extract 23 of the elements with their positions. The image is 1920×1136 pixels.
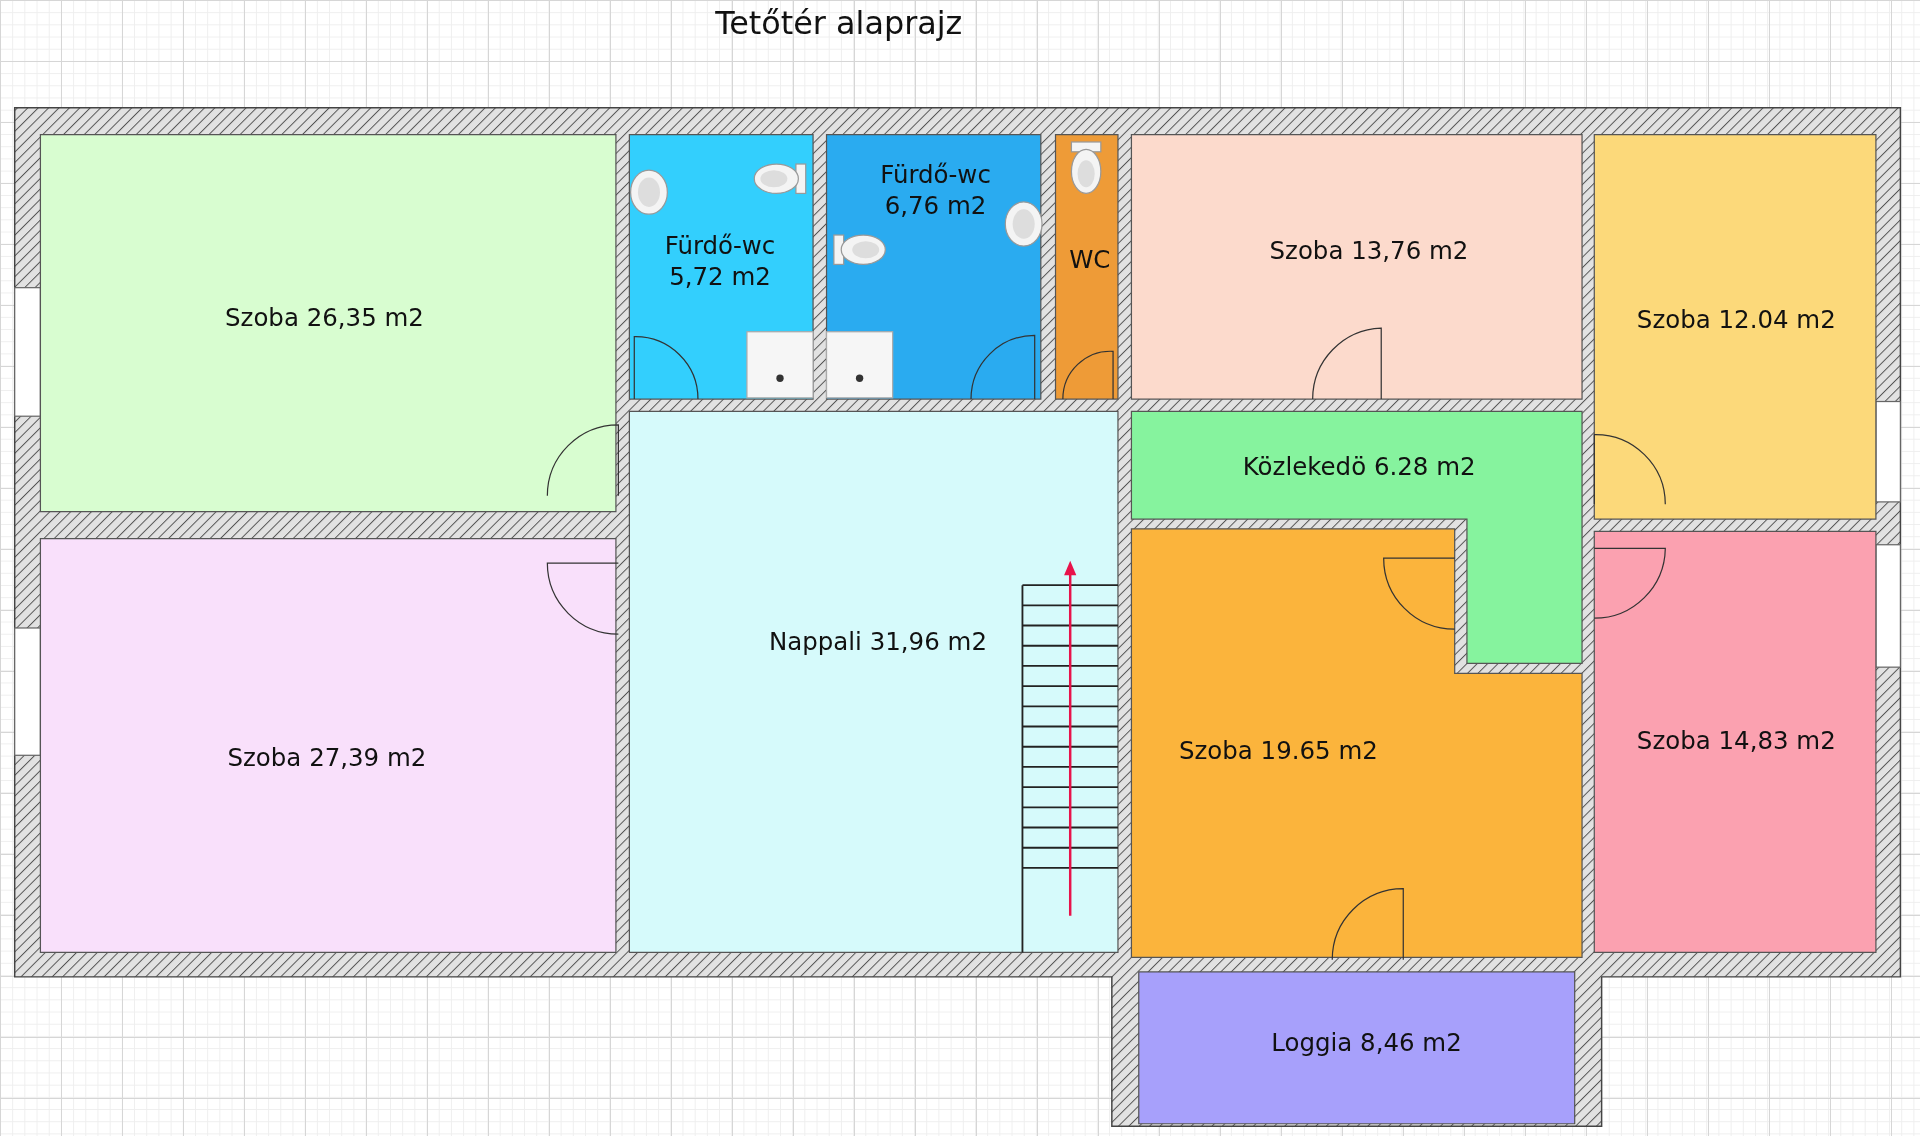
room-label: Szoba 26,35 m2 [225, 303, 424, 333]
room-label: Szoba 19.65 m2 [1178, 735, 1378, 765]
sink-icon [630, 169, 668, 215]
room-label: Fürdő-wc 5,72 m2 [664, 231, 776, 291]
room-label: Nappali 31,96 m2 [768, 626, 987, 656]
room-label: Fürdő-wc 6,76 m2 [880, 160, 991, 220]
room-label: Szoba 13,76 m2 [1269, 236, 1469, 266]
room-label: Loggia 8,46 m2 [1271, 1028, 1462, 1058]
shower-icon [746, 331, 814, 399]
shower-icon [825, 331, 894, 399]
room-label: WC [1069, 244, 1111, 274]
sink-icon [1004, 201, 1043, 247]
room-label: Közlekedö 6.28 m2 [1242, 451, 1476, 481]
door-swing [633, 336, 699, 400]
toilet-icon [833, 234, 886, 266]
door-swing [970, 334, 1036, 400]
door-swing [1062, 350, 1114, 400]
plan-title: Tetőtér alaprajz [715, 4, 963, 43]
toilet-icon [753, 163, 807, 194]
room-label: Szoba 27,39 m2 [227, 742, 427, 772]
room-label: Szoba 12.04 m2 [1636, 304, 1836, 334]
room-label: Szoba 14,83 m2 [1636, 725, 1836, 755]
toilet-icon [1070, 141, 1102, 194]
